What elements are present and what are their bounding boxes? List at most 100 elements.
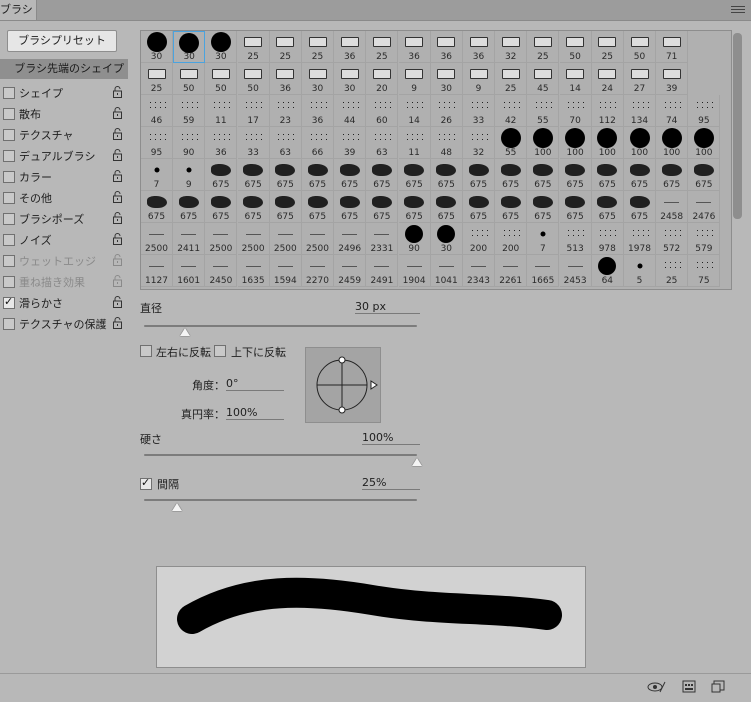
brush-tip-cell[interactable]: 25	[366, 31, 399, 63]
tab-brush[interactable]: ブラシ	[0, 0, 37, 20]
brush-tip-grid[interactable]: 30 30 30 25 25 25 36 25 36 36 36 32 25 50 25 50 71 25 50 50…	[140, 30, 732, 290]
brush-tip-cell[interactable]: 95	[688, 95, 721, 127]
flip-x-checkbox[interactable]	[140, 345, 152, 357]
flip-y-checkbox[interactable]	[214, 345, 226, 357]
brush-tip-cell[interactable]: 70	[559, 95, 592, 127]
brush-tip-cell[interactable]: 2270	[302, 255, 334, 287]
brush-tip-cell[interactable]: 9	[173, 159, 206, 191]
brush-tip-cell[interactable]: 33	[237, 127, 270, 159]
lock-icon[interactable]	[113, 254, 122, 266]
brush-tip-cell[interactable]: 66	[302, 127, 334, 159]
brush-tip-cell[interactable]: 675	[237, 191, 270, 223]
brush-tip-cell[interactable]: 71	[656, 31, 689, 63]
brush-tip-cell[interactable]: 675	[237, 159, 270, 191]
brush-tip-cell[interactable]: 100	[591, 127, 624, 159]
brush-tip-cell[interactable]: 675	[656, 159, 689, 191]
brush-tip-cell[interactable]: 100	[624, 127, 656, 159]
brush-tip-cell[interactable]: 1635	[237, 255, 270, 287]
brush-tip-cell[interactable]: 675	[624, 191, 656, 223]
brush-tip-cell[interactable]: 675	[398, 191, 431, 223]
brush-tip-cell[interactable]: 63	[366, 127, 399, 159]
brush-presets-button[interactable]: ブラシプリセット	[7, 30, 117, 52]
brush-tip-cell[interactable]: 579	[688, 223, 721, 255]
brush-tip-cell[interactable]: 90	[173, 127, 206, 159]
brush-tip-cell[interactable]: 675	[430, 159, 463, 191]
brush-tip-cell[interactable]: 675	[205, 159, 238, 191]
brush-tip-cell[interactable]: 36	[205, 127, 238, 159]
brush-tip-cell[interactable]: 2450	[205, 255, 238, 287]
brush-tip-cell[interactable]: 36	[269, 63, 302, 95]
brush-tip-cell[interactable]: 1601	[173, 255, 206, 287]
brush-tip-cell[interactable]: 74	[656, 95, 689, 127]
brush-tip-shape-header[interactable]: ブラシ先端のシェイプ	[0, 59, 128, 79]
hardness-slider-track[interactable]	[144, 454, 417, 456]
brush-tip-cell[interactable]: 39	[656, 63, 689, 95]
brush-tip-cell[interactable]: 1127	[141, 255, 173, 287]
spacing-checkbox[interactable]	[140, 476, 152, 490]
brush-tip-cell[interactable]: 25	[269, 31, 302, 63]
option-checkbox[interactable]	[3, 255, 15, 267]
lock-icon[interactable]	[113, 149, 122, 161]
option-row[interactable]: シェイプ	[0, 82, 128, 103]
lock-icon[interactable]	[113, 191, 122, 203]
brush-tip-cell[interactable]: 675	[205, 191, 238, 223]
brush-tip-cell[interactable]: 25	[495, 63, 528, 95]
brush-tip-cell[interactable]: 2458	[656, 191, 689, 223]
lock-icon[interactable]	[113, 296, 122, 308]
brush-tip-cell[interactable]: 25	[237, 31, 270, 63]
brush-tip-cell[interactable]: 9	[398, 63, 431, 95]
brush-tip-cell[interactable]: 95	[141, 127, 173, 159]
brush-tip-cell[interactable]: 36	[334, 31, 367, 63]
brush-tip-cell[interactable]: 1041	[430, 255, 463, 287]
brush-tip-cell[interactable]: 55	[527, 95, 560, 127]
brush-tip-cell[interactable]: 675	[495, 159, 528, 191]
brush-tip-cell[interactable]: 25	[591, 31, 624, 63]
option-checkbox[interactable]	[3, 87, 15, 99]
option-row[interactable]: テクスチャ	[0, 124, 128, 145]
brush-tip-cell[interactable]: 675	[302, 159, 334, 191]
brush-tip-cell[interactable]: 100	[527, 127, 560, 159]
brush-tip-cell[interactable]: 14	[398, 95, 431, 127]
brush-tip-cell[interactable]: 2500	[269, 223, 302, 255]
angle-roundness-widget[interactable]	[305, 347, 381, 423]
brush-tip-cell[interactable]: 675	[688, 159, 721, 191]
option-row[interactable]: テクスチャの保護	[0, 313, 128, 334]
option-row[interactable]: 滑らかさ	[0, 292, 128, 313]
brush-tip-cell[interactable]: 27	[624, 63, 656, 95]
hardness-slider-thumb[interactable]	[412, 458, 422, 466]
brush-tip-cell[interactable]: 675	[463, 191, 495, 223]
brush-tip-cell[interactable]: 14	[559, 63, 592, 95]
brush-tip-cell[interactable]: 25	[656, 255, 689, 287]
brush-tip-cell[interactable]: 44	[334, 95, 367, 127]
brush-tip-cell[interactable]: 36	[398, 31, 431, 63]
brush-tip-cell[interactable]: 60	[366, 95, 399, 127]
brush-tip-cell[interactable]: 978	[591, 223, 624, 255]
brush-tip-cell[interactable]: 9	[463, 63, 495, 95]
brush-tip-cell[interactable]: 675	[366, 159, 399, 191]
grid-scrollbar[interactable]	[733, 33, 742, 219]
brush-tip-cell[interactable]: 32	[463, 127, 495, 159]
brush-tip-cell[interactable]: 2343	[463, 255, 495, 287]
angle-field[interactable]: 0°	[226, 377, 284, 391]
option-row[interactable]: デュアルブラシ	[0, 145, 128, 166]
brush-tip-cell[interactable]: 1665	[527, 255, 560, 287]
brush-tip-cell[interactable]: 26	[430, 95, 463, 127]
brush-tip-cell[interactable]: 2500	[237, 223, 270, 255]
brush-tip-cell[interactable]: 675	[495, 191, 528, 223]
brush-tip-cell[interactable]: 675	[527, 159, 560, 191]
brush-tip-cell[interactable]: 39	[334, 127, 367, 159]
brush-tip-cell[interactable]: 134	[624, 95, 656, 127]
lock-icon[interactable]	[113, 275, 122, 287]
brush-tip-cell[interactable]: 200	[463, 223, 495, 255]
brush-tip-cell[interactable]: 200	[495, 223, 528, 255]
new-brush-icon[interactable]	[711, 680, 725, 694]
brush-tip-cell[interactable]: 33	[463, 95, 495, 127]
option-checkbox[interactable]	[3, 276, 15, 288]
lock-icon[interactable]	[113, 317, 122, 329]
brush-tip-cell[interactable]: 50	[205, 63, 238, 95]
spacing-slider-thumb[interactable]	[171, 503, 182, 511]
brush-tip-cell[interactable]: 64	[591, 255, 624, 287]
brush-tip-cell[interactable]: 45	[527, 63, 560, 95]
diameter-slider-thumb[interactable]	[179, 328, 190, 336]
angle-dial-icon[interactable]	[306, 348, 380, 422]
